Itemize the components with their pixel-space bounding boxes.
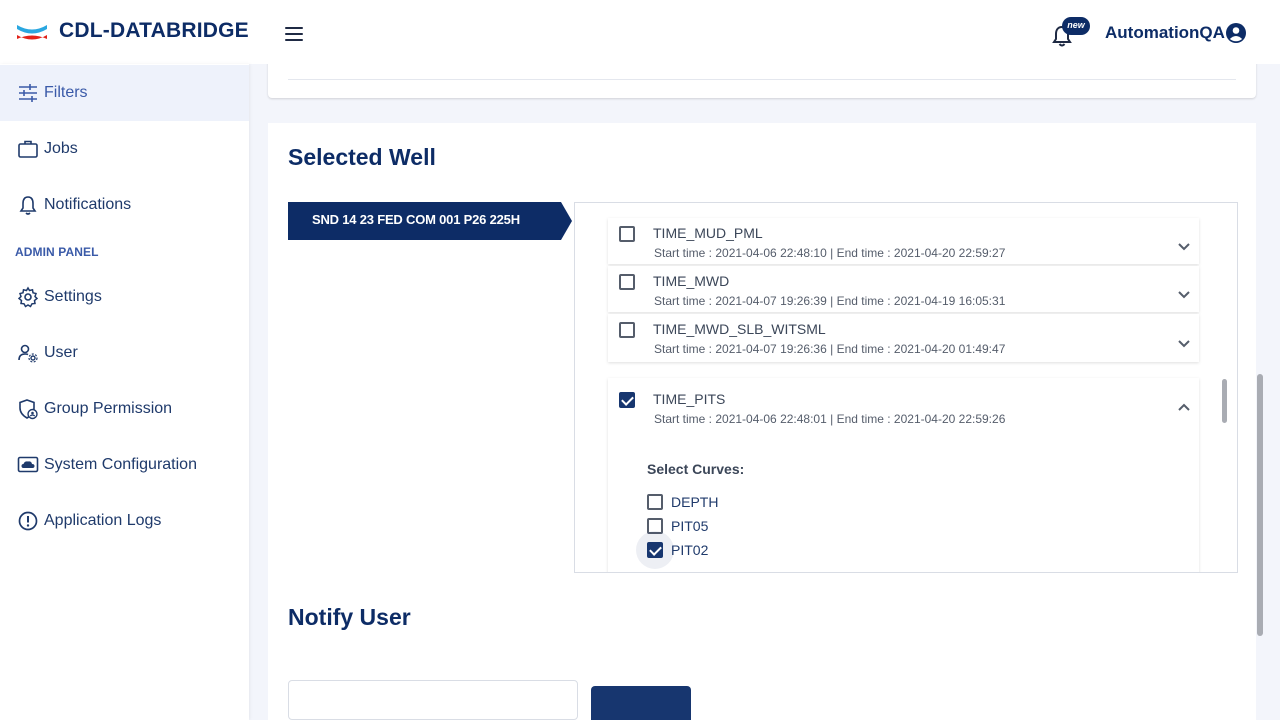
new-notification-badge: new <box>1062 17 1090 35</box>
curve-name: PIT05 <box>671 518 709 534</box>
log-row-time-mud-pml[interactable]: TIME_MUD_PML Start time : 2021-04-06 22:… <box>608 218 1199 264</box>
log-time-range: Start time : 2021-04-06 22:48:01 | End t… <box>654 412 1005 426</box>
selected-well-tag[interactable]: SND 14 23 FED COM 001 P26 225H <box>288 202 573 240</box>
account-circle-icon[interactable] <box>1225 22 1247 44</box>
gear-icon <box>17 286 39 308</box>
admin-panel-heading: ADMIN PANEL <box>15 245 99 259</box>
log-checkbox[interactable] <box>619 226 635 242</box>
log-end-time: | End time : 2021-04-20 22:59:26 <box>830 412 1006 426</box>
user-gear-icon <box>18 344 38 363</box>
log-time-range: Start time : 2021-04-07 19:26:36 | End t… <box>654 342 1005 356</box>
log-end-time: | End time : 2021-04-20 01:49:47 <box>830 342 1006 356</box>
log-start-time: Start time : 2021-04-06 22:48:10 <box>654 246 827 260</box>
group-permission-icon <box>19 399 38 420</box>
sidebar-item-label: User <box>44 344 78 361</box>
cloud-monitor-icon <box>17 456 39 473</box>
menu-toggle-button[interactable] <box>285 27 305 43</box>
alert-circle-icon <box>18 511 38 531</box>
filters-card <box>268 64 1256 98</box>
log-list-panel[interactable]: TIME_MUD_PML Start time : 2021-04-06 22:… <box>574 202 1238 573</box>
log-checkbox[interactable] <box>619 322 635 338</box>
log-end-time: | End time : 2021-04-20 22:59:27 <box>830 246 1006 260</box>
log-checkbox[interactable] <box>619 274 635 290</box>
notify-user-button[interactable] <box>591 686 691 720</box>
log-row-time-pits[interactable]: TIME_PITS Start time : 2021-04-06 22:48:… <box>608 378 1199 572</box>
chevron-up-icon[interactable] <box>1177 402 1191 412</box>
curve-checkbox[interactable] <box>647 542 663 558</box>
app-brand-title: CDL-DATABRIDGE <box>59 19 249 42</box>
log-end-time: | End time : 2021-04-19 16:05:31 <box>830 294 1006 308</box>
chevron-down-icon[interactable] <box>1177 290 1191 300</box>
sidebar-item-user[interactable]: User <box>0 325 249 381</box>
page-scrollbar[interactable] <box>1257 374 1263 636</box>
sidebar-item-application-logs[interactable]: Application Logs <box>0 493 249 549</box>
well-name-label: SND 14 23 FED COM 001 P26 225H <box>312 212 520 227</box>
main-content: Selected Well SND 14 23 FED COM 001 P26 … <box>249 64 1280 720</box>
sidebar-item-label: System Configuration <box>44 456 197 473</box>
log-start-time: Start time : 2021-04-07 19:26:39 <box>654 294 827 308</box>
notify-user-heading: Notify User <box>288 604 411 630</box>
log-checkbox[interactable] <box>619 392 635 408</box>
log-start-time: Start time : 2021-04-06 22:48:01 <box>654 412 827 426</box>
sidebar-item-system-configuration[interactable]: System Configuration <box>0 437 249 493</box>
log-start-time: Start time : 2021-04-07 19:26:36 <box>654 342 827 356</box>
divider <box>288 79 1236 80</box>
sidebar-item-label: Filters <box>44 84 88 101</box>
selected-well-heading: Selected Well <box>288 144 436 170</box>
sidebar-item-settings[interactable]: Settings <box>0 269 249 325</box>
notify-user-input[interactable] <box>288 680 578 720</box>
sidebar: Filters Jobs Notifications ADMIN PANEL S… <box>0 64 249 720</box>
sidebar-item-label: Group Permission <box>44 400 173 417</box>
curve-checkbox[interactable] <box>647 494 663 510</box>
username-label[interactable]: AutomationQA <box>1105 23 1225 43</box>
sliders-icon <box>19 84 37 102</box>
selected-well-card: Selected Well SND 14 23 FED COM 001 P26 … <box>268 123 1256 720</box>
sidebar-item-filters[interactable]: Filters <box>0 65 249 121</box>
curve-name: DEPTH <box>671 494 719 510</box>
log-name: TIME_PITS <box>653 391 726 407</box>
sidebar-item-notifications[interactable]: Notifications <box>0 177 249 233</box>
sidebar-item-label: Application Logs <box>44 512 162 529</box>
sidebar-item-jobs[interactable]: Jobs <box>0 121 249 177</box>
chevron-down-icon[interactable] <box>1177 339 1191 349</box>
log-name: TIME_MWD_SLB_WITSML <box>653 321 826 337</box>
sidebar-item-label: Settings <box>44 288 102 305</box>
chevron-down-icon[interactable] <box>1177 242 1191 252</box>
log-time-range: Start time : 2021-04-06 22:48:10 | End t… <box>654 246 1005 260</box>
log-list-scrollbar[interactable] <box>1222 379 1227 423</box>
select-curves-label: Select Curves: <box>647 461 745 477</box>
bell-icon <box>19 196 37 215</box>
log-time-range: Start time : 2021-04-07 19:26:39 | End t… <box>654 294 1005 308</box>
sidebar-item-label: Jobs <box>44 140 78 157</box>
sidebar-item-group-permission[interactable]: Group Permission <box>0 381 249 437</box>
log-name: TIME_MWD <box>653 273 730 289</box>
log-row-time-mwd-slb-witsml[interactable]: TIME_MWD_SLB_WITSML Start time : 2021-04… <box>608 314 1199 362</box>
briefcase-icon <box>18 140 38 158</box>
sidebar-item-label: Notifications <box>44 196 132 213</box>
log-row-time-mwd[interactable]: TIME_MWD Start time : 2021-04-07 19:26:3… <box>608 266 1199 312</box>
top-app-bar: CDL-DATABRIDGE new AutomationQA <box>0 0 1280 64</box>
log-name: TIME_MUD_PML <box>653 225 763 241</box>
databridge-logo-icon <box>17 25 47 40</box>
curve-name: PIT02 <box>671 542 709 558</box>
